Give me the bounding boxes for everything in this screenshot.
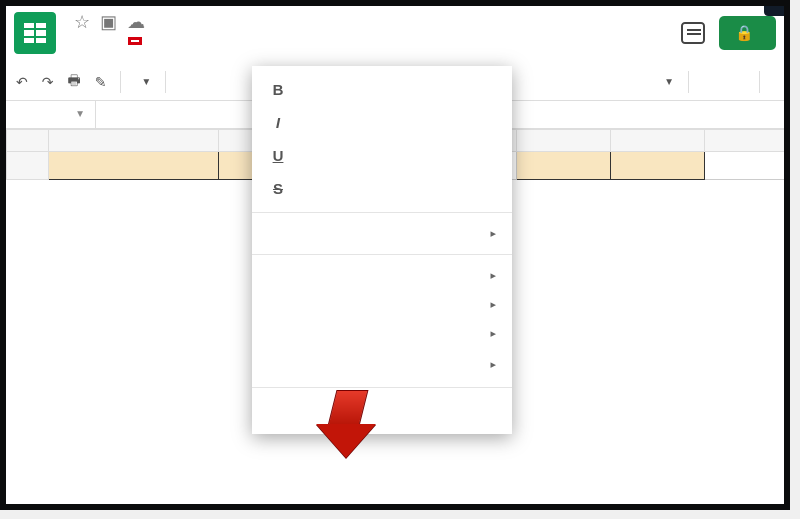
star-icon[interactable]: ☆ xyxy=(74,12,90,33)
cloud-icon[interactable]: ☁ xyxy=(127,12,145,33)
annotation-arrow-icon xyxy=(332,390,364,426)
menubar xyxy=(64,37,681,45)
underline-icon: U xyxy=(268,148,288,165)
lock-icon: 🔒 xyxy=(735,24,754,42)
alphr-badge xyxy=(764,6,784,16)
strike-icon: S xyxy=(268,181,288,198)
menu-item-font-size[interactable] xyxy=(252,219,512,248)
name-box[interactable]: ▼ xyxy=(6,101,96,128)
paint-format-icon[interactable]: ✎ xyxy=(95,74,107,91)
menu-item-underline[interactable]: U xyxy=(252,140,512,173)
menu-item-merge[interactable] xyxy=(252,290,512,319)
menu-format[interactable] xyxy=(128,37,142,45)
menu-item-alternating-colors[interactable] xyxy=(252,410,512,426)
corner-cell[interactable] xyxy=(7,130,49,152)
zoom-select[interactable]: ▼ xyxy=(135,77,151,88)
col-header[interactable] xyxy=(49,130,219,152)
menu-insert[interactable] xyxy=(112,37,124,45)
menu-tools[interactable] xyxy=(162,37,174,45)
share-button[interactable]: 🔒 xyxy=(719,16,776,50)
redo-icon[interactable]: ↷ xyxy=(42,74,54,91)
print-icon[interactable]: 🖶 xyxy=(67,70,80,94)
menu-item-align[interactable] xyxy=(252,261,512,290)
menu-item-text-wrapping[interactable] xyxy=(252,319,512,348)
menu-item-italic[interactable]: I xyxy=(252,107,512,140)
italic-icon: I xyxy=(268,115,288,132)
header-cell[interactable] xyxy=(49,152,219,180)
comments-icon[interactable] xyxy=(681,22,705,44)
app-header: ☆ ▣ ☁ 🔒 xyxy=(6,6,784,64)
menu-addons[interactable] xyxy=(178,37,190,45)
menu-edit[interactable] xyxy=(80,37,92,45)
col-header[interactable] xyxy=(705,130,791,152)
menu-item-text-rotation[interactable] xyxy=(252,348,512,381)
undo-icon[interactable]: ↶ xyxy=(16,74,28,91)
menu-item-conditional-formatting[interactable] xyxy=(252,394,512,410)
menu-item-strikethrough[interactable]: S xyxy=(252,173,512,206)
format-menu-dropdown: B I U S xyxy=(252,66,512,434)
sheets-logo-icon xyxy=(14,12,56,54)
col-header[interactable] xyxy=(517,130,611,152)
header-cell[interactable] xyxy=(517,152,611,180)
bold-icon: B xyxy=(268,82,288,99)
menu-view[interactable] xyxy=(96,37,108,45)
menu-data[interactable] xyxy=(146,37,158,45)
font-size-select[interactable]: ▼ xyxy=(658,77,674,88)
menu-file[interactable] xyxy=(64,37,76,45)
move-icon[interactable]: ▣ xyxy=(100,12,117,33)
menu-item-bold[interactable]: B xyxy=(252,74,512,107)
menu-help[interactable] xyxy=(194,37,206,45)
header-cell[interactable] xyxy=(611,152,705,180)
row-header[interactable] xyxy=(7,152,49,180)
col-header[interactable] xyxy=(611,130,705,152)
